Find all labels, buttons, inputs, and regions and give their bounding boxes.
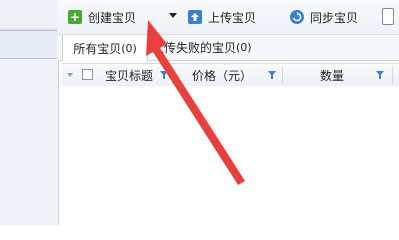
sidebar-selected-item[interactable] bbox=[0, 30, 57, 59]
column-title[interactable]: 宝贝标题 bbox=[105, 64, 153, 86]
tab-all-items-count: (0) bbox=[121, 41, 137, 55]
table-body bbox=[62, 86, 399, 225]
column-price[interactable]: 价格（元） bbox=[192, 64, 252, 86]
filter-icon[interactable] bbox=[376, 71, 384, 79]
toolbar: + 创建宝贝 上传宝贝 同步宝贝 bbox=[58, 0, 399, 35]
tab-failed-uploads-count: (0) bbox=[236, 41, 252, 54]
column-price-label: 价格（元） bbox=[192, 68, 253, 83]
create-item-label: 创建宝贝 bbox=[88, 10, 137, 25]
column-title-label: 宝贝标题 bbox=[105, 68, 154, 83]
filter-icon[interactable] bbox=[268, 71, 276, 79]
tab-failed-uploads-label: 上传失败的宝贝 bbox=[152, 41, 237, 55]
table-header: 宝贝标题 价格（元） 数量 bbox=[62, 63, 399, 87]
column-divider bbox=[172, 66, 173, 84]
create-dropdown-caret-icon[interactable] bbox=[169, 13, 177, 18]
sync-icon bbox=[290, 10, 304, 24]
create-item-button[interactable]: + 创建宝贝 bbox=[68, 8, 136, 26]
sidebar-header bbox=[0, 0, 57, 30]
tab-failed-uploads[interactable]: 上传失败的宝贝 (0) bbox=[152, 35, 252, 60]
document-icon[interactable] bbox=[382, 8, 394, 25]
column-divider bbox=[392, 66, 393, 84]
column-quantity-label: 数量 bbox=[320, 68, 345, 83]
upload-item-button[interactable]: 上传宝贝 bbox=[188, 8, 256, 26]
select-all-checkbox[interactable] bbox=[82, 69, 93, 80]
filter-icon[interactable] bbox=[160, 71, 168, 79]
column-quantity[interactable]: 数量 bbox=[320, 64, 344, 86]
upload-icon bbox=[188, 10, 202, 24]
column-divider bbox=[282, 66, 283, 84]
left-sidebar bbox=[0, 0, 59, 225]
sync-item-button[interactable]: 同步宝贝 bbox=[290, 8, 358, 26]
tab-bar: 所有宝贝 (0) 上传失败的宝贝 (0) bbox=[58, 35, 399, 61]
tab-all-items-label: 所有宝贝 bbox=[73, 41, 122, 56]
upload-item-label: 上传宝贝 bbox=[208, 10, 257, 25]
sync-item-label: 同步宝贝 bbox=[310, 10, 359, 25]
tab-all-items[interactable]: 所有宝贝 (0) bbox=[62, 35, 148, 61]
sort-icon[interactable] bbox=[67, 73, 73, 77]
plus-icon: + bbox=[68, 10, 82, 24]
